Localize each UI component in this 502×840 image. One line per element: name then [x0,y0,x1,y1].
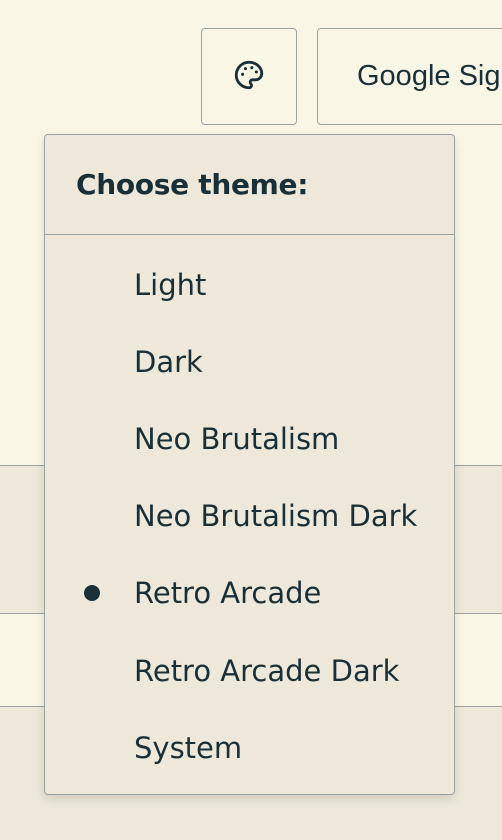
theme-option-label: Light [134,267,207,302]
theme-menu-list: Light Dark Neo Brutalism Neo Brutalism D… [45,235,454,786]
google-signin-button[interactable]: Google Sig [317,28,502,125]
theme-option-label: Neo Brutalism Dark [134,499,418,534]
theme-option-dark[interactable]: Dark [45,323,454,400]
theme-option-light[interactable]: Light [45,246,454,323]
theme-option-retro-arcade[interactable]: Retro Arcade [45,555,454,632]
theme-option-label: Retro Arcade [134,576,322,611]
theme-toggle-button[interactable] [201,28,297,125]
theme-option-neo-brutalism[interactable]: Neo Brutalism [45,400,454,477]
theme-option-label: Retro Arcade Dark [134,653,400,688]
selected-indicator-icon [84,585,100,602]
signin-label: Google Sig [357,60,501,92]
theme-option-system[interactable]: System [45,709,454,786]
theme-menu-title: Choose theme: [45,135,454,235]
theme-option-neo-brutalism-dark[interactable]: Neo Brutalism Dark [45,478,454,555]
theme-option-label: Neo Brutalism [134,421,340,456]
theme-option-label: Dark [134,344,203,379]
page: Google Sig Choose theme: Light Dark Neo … [0,0,502,840]
theme-option-label: System [134,730,243,765]
theme-option-retro-arcade-dark[interactable]: Retro Arcade Dark [45,632,454,709]
palette-icon [232,58,266,95]
theme-menu: Choose theme: Light Dark Neo Brutalism N… [44,134,455,795]
